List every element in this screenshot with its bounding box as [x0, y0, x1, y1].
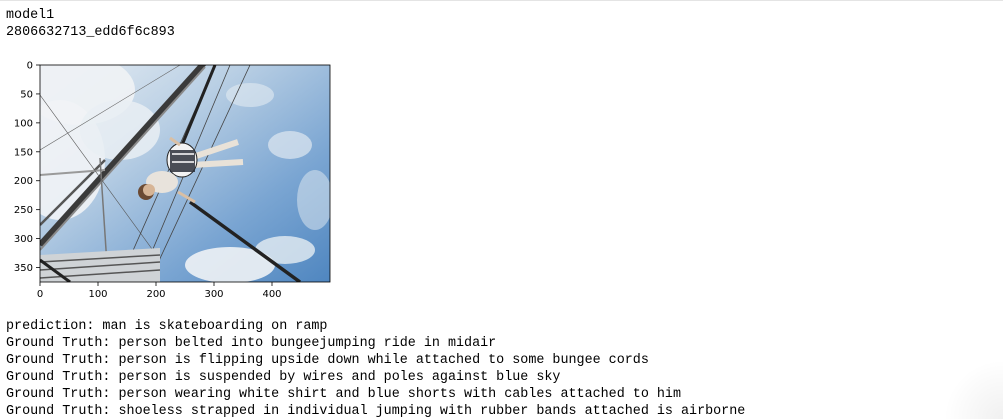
ground-truth-1: Ground Truth: person belted into bungeej…: [6, 336, 497, 351]
y-tick-label: 350: [14, 263, 33, 274]
image-id-text: 2806632713_edd6f6c893: [6, 25, 175, 40]
x-axis: 0 100 200 300 400: [37, 282, 282, 300]
x-tick-label: 100: [88, 289, 107, 300]
y-axis: 0 50 100 150 200 250 300 350: [14, 61, 40, 274]
ground-truth-5: Ground Truth: shoeless strapped in indiv…: [6, 404, 746, 419]
bungee-photo: [40, 65, 330, 282]
prediction-text: prediction: man is skateboarding on ramp: [6, 319, 328, 334]
x-tick-label: 300: [204, 289, 223, 300]
model-name-text: model1: [6, 8, 55, 23]
corner-shadow: [943, 359, 1003, 419]
ground-truth-2: Ground Truth: person is flipping upside …: [6, 353, 649, 368]
y-tick-label: 300: [14, 234, 33, 245]
y-tick-label: 250: [14, 205, 33, 216]
y-tick-label: 100: [14, 118, 33, 129]
y-tick-label: 200: [14, 176, 33, 187]
x-tick-label: 0: [37, 289, 43, 300]
ground-truth-3: Ground Truth: person is suspended by wir…: [6, 370, 561, 385]
y-tick-label: 150: [14, 147, 33, 158]
image-plot: 0 100 200 300 400 0 50 100 150 200 250 300 350: [14, 61, 331, 300]
x-tick-label: 400: [262, 289, 281, 300]
y-tick-label: 0: [27, 61, 33, 72]
cell-top-border: [0, 0, 1003, 1]
x-tick-label: 200: [146, 289, 165, 300]
ground-truth-4: Ground Truth: person wearing white shirt…: [6, 387, 681, 402]
y-tick-label: 50: [20, 89, 33, 100]
